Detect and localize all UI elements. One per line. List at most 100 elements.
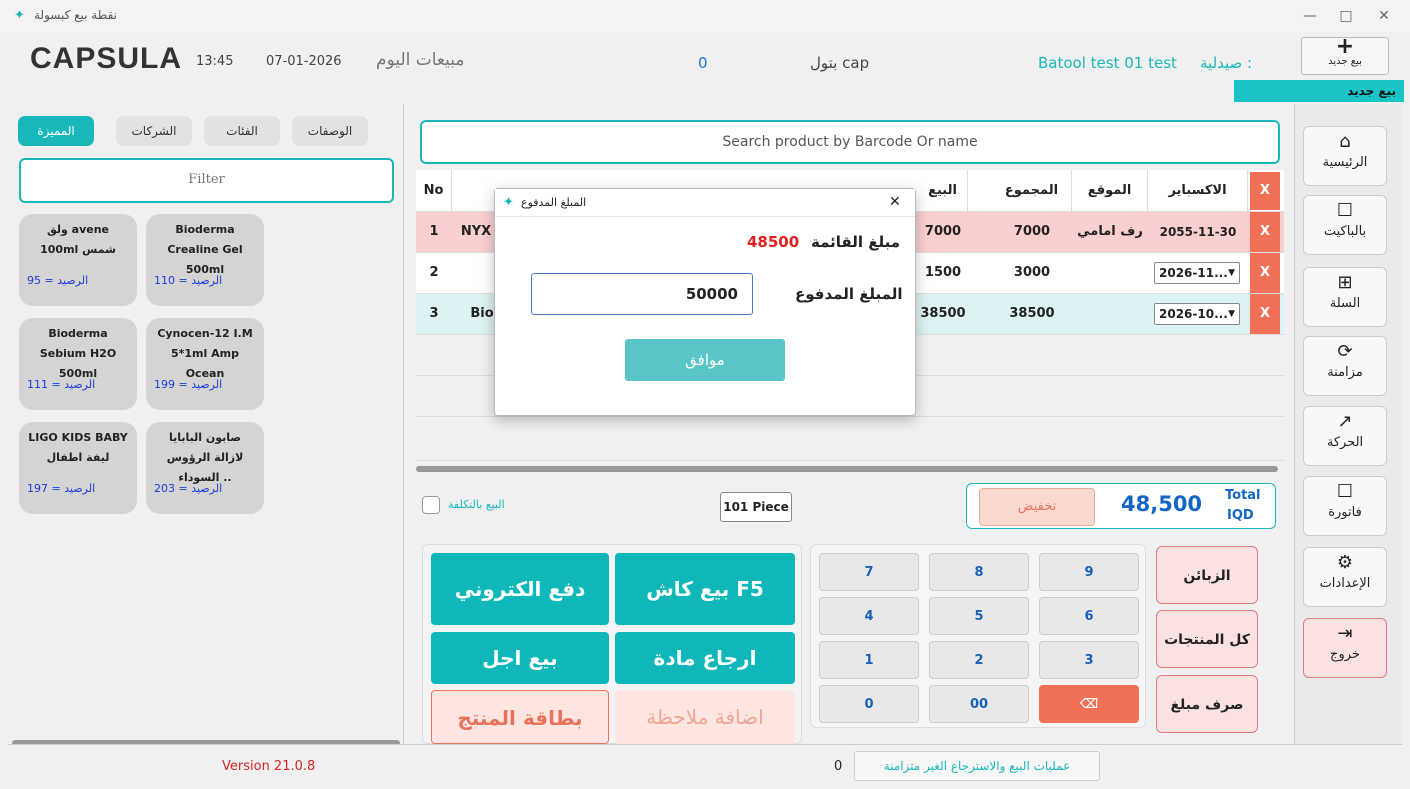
product-card[interactable]: Bioderma Sebium H2O 500ml الرصيد = 111 <box>19 318 137 410</box>
dialog-title: المبلغ المدفوع <box>521 196 587 209</box>
filter-input[interactable]: Filter <box>19 158 394 203</box>
pharmacy-label: صيدلية : <box>1200 54 1253 72</box>
nav-settings[interactable]: ⚙ الإعدادات <box>1303 547 1387 607</box>
gear-icon: ⚙ <box>1336 552 1354 573</box>
new-sale-label: بيع جديد <box>1328 56 1362 67</box>
total-label: Total <box>1225 488 1261 503</box>
active-sale-tab[interactable]: بيع جديد <box>1234 80 1404 102</box>
product-balance: الرصيد = 110 <box>154 274 223 287</box>
numpad-key[interactable]: 5 <box>929 597 1029 635</box>
nav-movement[interactable]: ↗ الحركة <box>1303 406 1387 466</box>
invoice-amount-value: 48500 <box>747 233 800 251</box>
app-icon: ✦ <box>503 195 514 210</box>
row-sale: 1500 <box>924 265 962 280</box>
nav-cart[interactable]: ⊞ السلة <box>1303 267 1387 327</box>
expiry-select[interactable]: 2026-10... ▼ <box>1154 303 1240 325</box>
numpad-key[interactable]: 4 <box>819 597 919 635</box>
logout-icon: ⇥ <box>1337 623 1353 644</box>
maximize-button[interactable]: □ <box>1328 4 1364 28</box>
product-card[interactable]: LIGO KIDS BABY ليفة اطفال الرصيد = 197 <box>19 422 137 514</box>
product-name: Cynocen-12 I.M 5*1ml Amp Ocean <box>157 327 253 380</box>
window-titlebar: ✦ نقطة بيع كبسولة — □ ✕ <box>0 0 1410 32</box>
cash-sale-button[interactable]: بيع كاش F5 <box>615 553 795 625</box>
product-balance: الرصيد = 203 <box>154 482 223 495</box>
unsynced-button[interactable]: عمليات البيع والاسترجاع الغير متزامنة <box>854 751 1100 781</box>
numpad-key[interactable]: 00 <box>929 685 1029 723</box>
add-note-button[interactable]: اضافة ملاحظة <box>615 690 795 744</box>
new-sale-button[interactable]: + بيع جديد <box>1301 36 1389 75</box>
product-card[interactable]: Bioderma Crealine Gel 500ml الرصيد = 110 <box>146 214 264 306</box>
ok-button[interactable]: موافق <box>625 339 785 381</box>
total-value: 48,500 <box>1121 492 1203 516</box>
nav-logout[interactable]: ⇥ خروج <box>1303 618 1387 678</box>
spend-amount-button[interactable]: صرف مبلغ <box>1156 675 1258 733</box>
numpad-key[interactable]: 6 <box>1039 597 1139 635</box>
numpad-key[interactable]: 1 <box>819 641 919 679</box>
remove-row-button[interactable]: X <box>1250 253 1280 293</box>
sell-at-cost-checkbox[interactable] <box>422 496 440 514</box>
dialog-titlebar: ✦ المبلغ المدفوع ✕ <box>495 189 915 217</box>
nav-invoice[interactable]: ☐ فاتورة <box>1303 476 1387 536</box>
today-sales-value: 0 <box>698 54 708 72</box>
customers-button[interactable]: الزبائن <box>1156 546 1258 604</box>
credit-sale-button[interactable]: بيع اجل <box>431 632 609 684</box>
tab-companies[interactable]: الشركات <box>116 116 192 146</box>
nav-label: خروج <box>1330 647 1360 662</box>
row-sale: 7000 <box>924 224 962 239</box>
header: CAPSULA 13:45 07-01-2026 مبيعات اليوم 0 … <box>8 32 1404 104</box>
close-button[interactable]: ✕ <box>1366 4 1402 28</box>
search-input[interactable]: Search product by Barcode Or name <box>420 120 1280 164</box>
paid-amount-input[interactable]: 50000 <box>531 273 753 315</box>
dialog-close-button[interactable]: ✕ <box>889 194 901 210</box>
home-icon: ⌂ <box>1339 131 1351 152</box>
nav-packet[interactable]: ☐ بالباكيت <box>1303 195 1387 255</box>
tab-prescriptions[interactable]: الوصفات <box>292 116 368 146</box>
numpad-key[interactable]: 7 <box>819 553 919 591</box>
col-expiry: الاكسباير <box>1148 170 1248 212</box>
expiry-select[interactable]: 2026-11... ▼ <box>1154 262 1240 284</box>
col-no: No <box>416 170 452 212</box>
row-expiry: 2055-11-30 <box>1159 225 1237 239</box>
total-box: تخفيض 48,500 Total IQD <box>966 483 1276 529</box>
row-location: رف امامي <box>1077 224 1143 239</box>
discount-button[interactable]: تخفيض <box>979 488 1095 526</box>
numpad-key[interactable]: 0 <box>819 685 919 723</box>
cart-icon: ⊞ <box>1337 272 1353 293</box>
return-item-button[interactable]: ارجاع مادة <box>615 632 795 684</box>
action-panel: دفع الكتروني بيع كاش F5 بيع اجل ارجاع ما… <box>422 544 802 744</box>
numpad-key[interactable]: 9 <box>1039 553 1139 591</box>
electronic-pay-button[interactable]: دفع الكتروني <box>431 553 609 625</box>
product-card[interactable]: Cynocen-12 I.M 5*1ml Amp Ocean الرصيد = 1… <box>146 318 264 410</box>
product-card[interactable]: ولق avene 100ml شمس الرصيد = 95 <box>19 214 137 306</box>
nav-home[interactable]: ⌂ الرئيسية <box>1303 126 1387 186</box>
nav-sync[interactable]: ⟳ مزامنة <box>1303 336 1387 396</box>
product-name: LIGO KIDS BABY ليفة اطفال <box>28 431 128 464</box>
numpad-key[interactable]: 2 <box>929 641 1029 679</box>
tab-categories[interactable]: الفئات <box>204 116 280 146</box>
numpad-key[interactable]: 8 <box>929 553 1029 591</box>
row-total: 38500 <box>1009 306 1055 321</box>
clear-all-button[interactable]: X <box>1250 172 1280 210</box>
product-name: Bioderma Crealine Gel 500ml <box>167 223 243 276</box>
unsynced-count: 0 <box>834 759 843 774</box>
currency-label: IQD <box>1227 508 1254 523</box>
backspace-key[interactable]: ⌫ <box>1039 685 1139 723</box>
logo: CAPSULA <box>30 42 183 75</box>
nav-label: فاتورة <box>1328 505 1362 520</box>
pieces-count: 101 Piece <box>720 492 792 522</box>
remove-row-button[interactable]: X <box>1250 294 1280 334</box>
nav-label: بالباكيت <box>1323 224 1367 239</box>
all-products-button[interactable]: كل المنتجات <box>1156 610 1258 668</box>
numpad-key[interactable]: 3 <box>1039 641 1139 679</box>
minimize-button[interactable]: — <box>1292 4 1328 28</box>
product-card[interactable]: صابون البابايا لازالة الرؤوس السوداء .. ا… <box>146 422 264 514</box>
remove-row-button[interactable]: X <box>1250 212 1280 252</box>
paid-amount-dialog: ✦ المبلغ المدفوع ✕ مبلغ القائمة 48500 50… <box>494 188 916 416</box>
tab-featured[interactable]: المميزة <box>18 116 94 146</box>
checkbox-icon: ☐ <box>1336 481 1354 502</box>
product-card-button[interactable]: بطاقة المنتج <box>431 690 609 744</box>
row-sale: 38500 <box>920 306 966 321</box>
footer: Version 21.0.8 0 عمليات البيع والاسترجاع… <box>8 744 1402 788</box>
table-scrollbar[interactable] <box>416 466 1278 472</box>
version-label: Version 21.0.8 <box>222 759 316 774</box>
